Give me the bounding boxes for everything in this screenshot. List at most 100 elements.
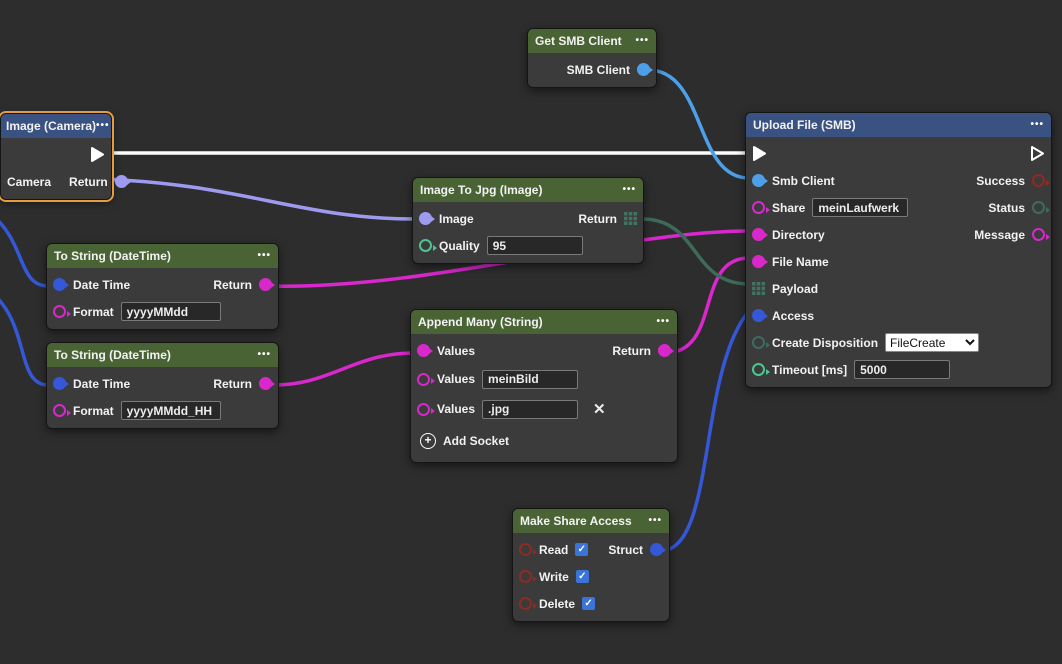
menu-icon[interactable]: ••• xyxy=(96,114,110,138)
create-disposition-select[interactable]: FileCreate xyxy=(885,333,979,352)
menu-icon[interactable]: ••• xyxy=(648,509,662,533)
node-to-string-1[interactable]: To String (DateTime) ••• Date Time Retur… xyxy=(46,243,279,330)
success-output-socket[interactable] xyxy=(1032,174,1045,187)
exec-in-icon[interactable] xyxy=(752,145,767,162)
delete-checkbox[interactable]: ✓ xyxy=(582,597,595,610)
date-time-input-socket[interactable] xyxy=(53,278,66,291)
values-field-2[interactable] xyxy=(482,400,578,419)
node-title: Image To Jpg (Image) xyxy=(420,183,542,197)
node-make-share-access[interactable]: Make Share Access ••• Read ✓ Struct Writ… xyxy=(512,508,670,622)
return-grid-socket[interactable] xyxy=(624,212,637,225)
node-title: Upload File (SMB) xyxy=(753,118,856,132)
read-checkbox[interactable]: ✓ xyxy=(575,543,588,556)
quality-input-socket[interactable] xyxy=(419,239,432,252)
output-type-label: Camera xyxy=(7,175,51,189)
output-label: Struct xyxy=(608,543,643,557)
node-image-to-jpg[interactable]: Image To Jpg (Image) ••• Image Return Qu… xyxy=(412,177,644,264)
menu-icon[interactable]: ••• xyxy=(257,244,271,268)
output-label: Return xyxy=(213,377,252,391)
node-header[interactable]: Get SMB Client ••• xyxy=(528,29,656,53)
values-input-socket[interactable] xyxy=(417,373,430,386)
status-output-socket[interactable] xyxy=(1032,201,1045,214)
output-label: Return xyxy=(69,175,108,189)
share-input-socket[interactable] xyxy=(752,201,765,214)
node-header[interactable]: Make Share Access ••• xyxy=(513,509,669,533)
delete-input-socket[interactable] xyxy=(519,597,532,610)
wire-format2-to-values[interactable] xyxy=(268,353,414,385)
node-header[interactable]: To String (DateTime) ••• xyxy=(47,244,278,268)
node-title: Make Share Access xyxy=(520,514,632,528)
image-input-socket[interactable] xyxy=(419,212,432,225)
values-input-socket[interactable] xyxy=(417,403,430,416)
node-title: Append Many (String) xyxy=(418,315,543,329)
access-input-socket[interactable] xyxy=(752,309,765,322)
input-label: Format xyxy=(73,404,114,418)
timeout-input-socket[interactable] xyxy=(752,363,765,376)
format-input-socket[interactable] xyxy=(53,404,66,417)
exec-out-icon[interactable] xyxy=(1030,145,1045,162)
return-output-socket[interactable] xyxy=(658,344,671,357)
payload-grid-socket[interactable] xyxy=(752,282,765,295)
menu-icon[interactable]: ••• xyxy=(656,310,670,334)
input-label: Date Time xyxy=(73,278,130,292)
node-header[interactable]: Upload File (SMB) ••• xyxy=(746,113,1051,137)
node-header[interactable]: Append Many (String) ••• xyxy=(411,310,677,334)
node-upload-file[interactable]: Upload File (SMB) ••• Smb Client Success xyxy=(745,112,1052,388)
read-input-socket[interactable] xyxy=(519,543,532,556)
node-header[interactable]: Image (Camera) ••• xyxy=(1,114,111,138)
smb-client-output-socket[interactable] xyxy=(637,63,650,76)
wire-datetime-1[interactable] xyxy=(0,215,48,286)
add-socket-label[interactable]: Add Socket xyxy=(443,434,509,448)
format-field[interactable] xyxy=(121,401,221,420)
menu-icon[interactable]: ••• xyxy=(635,29,649,53)
format-input-socket[interactable] xyxy=(53,305,66,318)
struct-output-socket[interactable] xyxy=(650,543,663,556)
node-to-string-2[interactable]: To String (DateTime) ••• Date Time Retur… xyxy=(46,342,279,429)
input-label: Payload xyxy=(772,282,818,296)
date-time-input-socket[interactable] xyxy=(53,377,66,390)
camera-return-output-socket[interactable] xyxy=(115,175,128,188)
input-label: Format xyxy=(73,305,114,319)
smb-client-input-socket[interactable] xyxy=(752,174,765,187)
quality-field[interactable] xyxy=(487,236,583,255)
wire-datetime-2[interactable] xyxy=(0,293,48,385)
format-field[interactable] xyxy=(121,302,221,321)
node-header[interactable]: To String (DateTime) ••• xyxy=(47,343,278,367)
wire-smbclient[interactable] xyxy=(648,70,749,178)
menu-icon[interactable]: ••• xyxy=(622,178,636,202)
output-label: SMB Client xyxy=(567,63,630,77)
wire-camera-to-image[interactable] xyxy=(98,179,414,219)
values-input-socket[interactable] xyxy=(417,344,430,357)
node-canvas[interactable]: Get SMB Client ••• SMB Client Image (Cam… xyxy=(0,0,1062,664)
node-image-camera[interactable]: Image (Camera) ••• Camera Return xyxy=(0,113,112,200)
node-get-smb-client[interactable]: Get SMB Client ••• SMB Client xyxy=(527,28,657,88)
input-label: Values xyxy=(437,372,475,386)
write-input-socket[interactable] xyxy=(519,570,532,583)
node-title: To String (DateTime) xyxy=(54,348,171,362)
menu-icon[interactable]: ••• xyxy=(257,343,271,367)
input-label: Image xyxy=(439,212,474,226)
output-label: Return xyxy=(213,278,252,292)
input-label: Smb Client xyxy=(772,174,835,188)
create-disposition-input-socket[interactable] xyxy=(752,336,765,349)
exec-out-icon[interactable] xyxy=(90,146,105,163)
wire-jpg-to-payload[interactable] xyxy=(642,219,749,284)
directory-input-socket[interactable] xyxy=(752,228,765,241)
menu-icon[interactable]: ••• xyxy=(1030,113,1044,137)
timeout-field[interactable] xyxy=(854,360,950,379)
node-header[interactable]: Image To Jpg (Image) ••• xyxy=(413,178,643,202)
write-checkbox[interactable]: ✓ xyxy=(576,570,589,583)
message-output-socket[interactable] xyxy=(1032,228,1045,241)
return-output-socket[interactable] xyxy=(259,278,272,291)
values-field-1[interactable] xyxy=(482,370,578,389)
node-title: Get SMB Client xyxy=(535,34,622,48)
file-name-input-socket[interactable] xyxy=(752,255,765,268)
output-label: Success xyxy=(976,174,1025,188)
add-socket-icon[interactable]: + xyxy=(420,433,436,449)
return-output-socket[interactable] xyxy=(259,377,272,390)
input-label: Read xyxy=(539,543,568,557)
share-field[interactable] xyxy=(812,198,908,217)
remove-socket-icon[interactable]: ✕ xyxy=(593,402,606,417)
node-append-many[interactable]: Append Many (String) ••• Values Return V… xyxy=(410,309,678,463)
input-label: Values xyxy=(437,344,475,358)
